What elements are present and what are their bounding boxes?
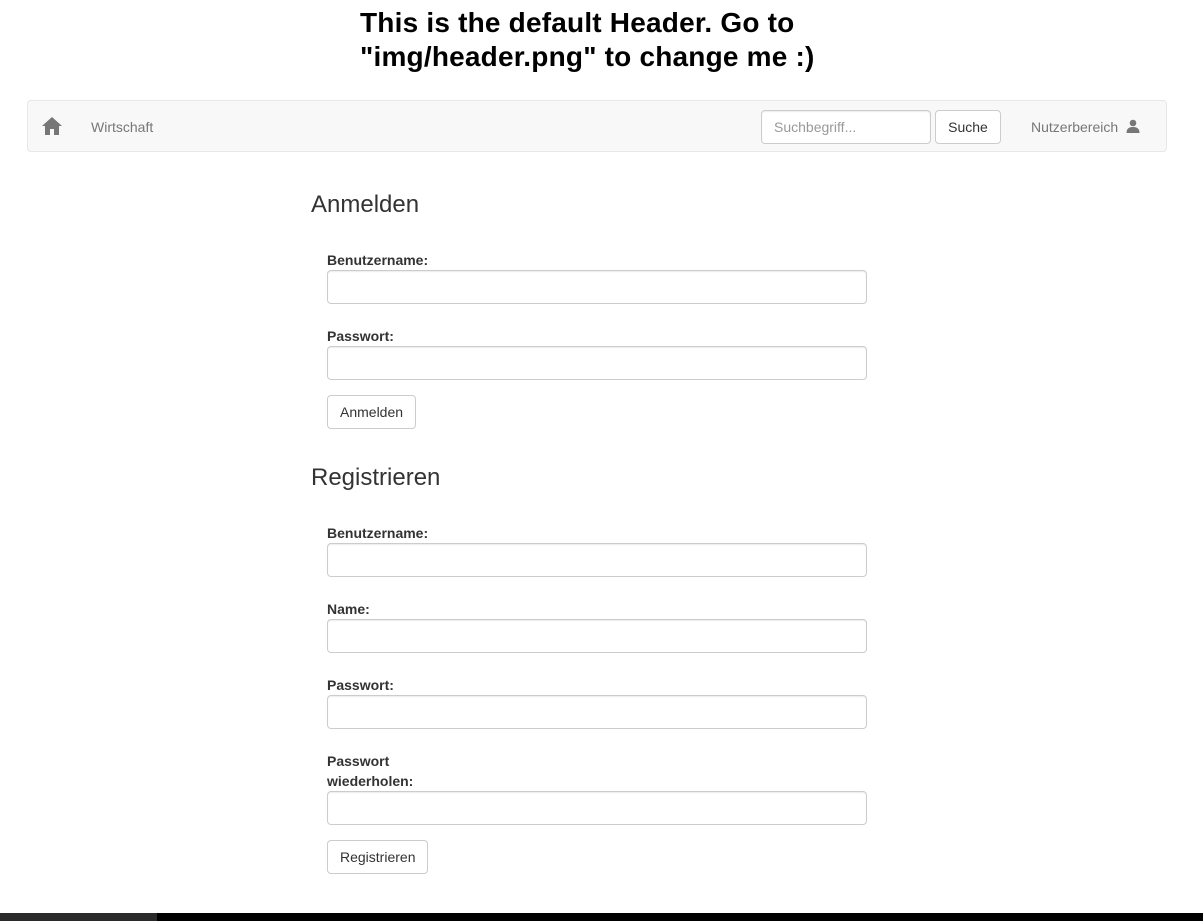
register-password-input[interactable] bbox=[327, 695, 867, 729]
search-button[interactable]: Suche bbox=[935, 110, 1001, 144]
login-username-input[interactable] bbox=[327, 270, 867, 304]
register-password-repeat-label-line1: Passwort bbox=[327, 753, 390, 769]
login-password-label: Passwort: bbox=[327, 328, 394, 344]
register-username-label: Benutzername: bbox=[327, 525, 429, 541]
register-name-label: Name: bbox=[327, 601, 370, 617]
home-icon bbox=[42, 117, 62, 135]
bottom-bar-segment bbox=[0, 913, 157, 921]
register-password-repeat-label-line2: wiederholen: bbox=[327, 773, 414, 789]
home-link[interactable] bbox=[41, 116, 63, 136]
user-area-link[interactable]: Nutzerbereich bbox=[1031, 118, 1140, 136]
login-username-label: Benutzername: bbox=[327, 252, 429, 268]
register-password-repeat-input[interactable] bbox=[327, 791, 867, 825]
register-submit-button[interactable]: Registrieren bbox=[327, 840, 429, 874]
site-header-banner: This is the default Header. Go to "img/h… bbox=[360, 6, 880, 74]
register-password-label: Passwort: bbox=[327, 677, 394, 693]
register-name-input[interactable] bbox=[327, 619, 867, 653]
user-area-label: Nutzerbereich bbox=[1031, 119, 1119, 135]
register-username-input[interactable] bbox=[327, 543, 867, 577]
register-password-repeat-label: Passwort wiederholen: bbox=[327, 751, 447, 791]
login-submit-button[interactable]: Anmelden bbox=[327, 395, 417, 429]
register-title: Registrieren bbox=[311, 464, 441, 491]
login-password-input[interactable] bbox=[327, 346, 867, 380]
login-title: Anmelden bbox=[311, 191, 420, 218]
search-input[interactable] bbox=[761, 110, 931, 144]
navbar: Wirtschaft Suche Nutzerbereich bbox=[27, 100, 1167, 152]
bottom-bar bbox=[0, 913, 1203, 921]
user-icon bbox=[1126, 119, 1140, 133]
header-banner-text: This is the default Header. Go to "img/h… bbox=[360, 7, 815, 72]
nav-link-wirtschaft[interactable]: Wirtschaft bbox=[91, 118, 153, 136]
